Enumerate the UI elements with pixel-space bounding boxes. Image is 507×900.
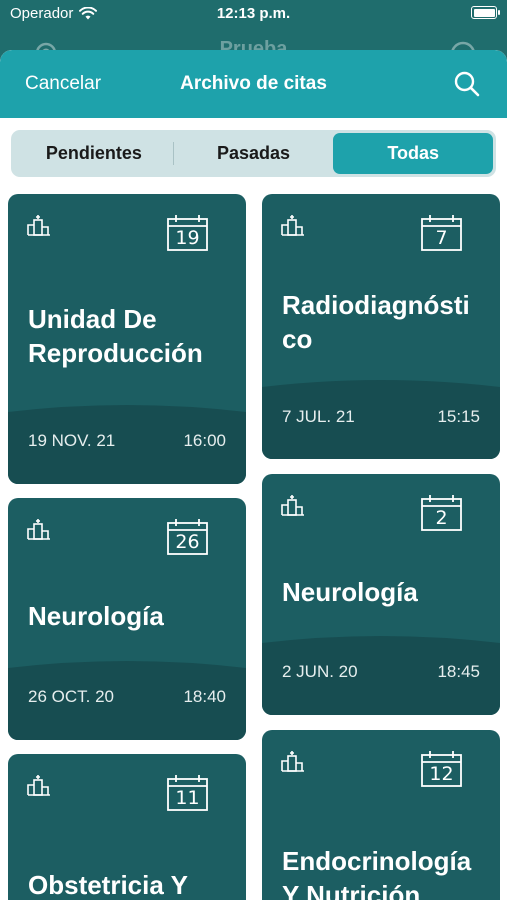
calendar-icon: 7 [421,214,462,251]
status-time: 12:13 p.m. [216,5,291,22]
title-line: Radiodiagnósti [282,290,470,320]
title-line: Y Nutrición [282,880,421,900]
page-title: Archivo de citas [180,73,327,94]
battery-icon [471,6,500,19]
specialty-title: Radiodiagnósti co [282,288,486,356]
calendar-icon: 12 [421,750,462,787]
calendar-day: 7 [435,227,448,249]
segment-todas[interactable]: Todas [333,133,494,174]
title-line: Reproducción [28,338,203,368]
appointment-card[interactable]: 2 Neurología 2 JUN. 20 18:45 [262,474,500,715]
appointment-time: 15:15 [437,407,480,426]
calendar-day: 11 [175,787,200,809]
appointment-card[interactable]: 26 Neurología 26 OCT. 20 18:40 [8,498,246,740]
hospital-icon [281,751,304,772]
appointment-card[interactable]: 19 Unidad De Reproducción 19 NOV. 21 16:… [8,194,246,484]
hospital-icon [27,775,50,796]
hospital-icon [27,519,50,540]
title-line: Neurología [282,577,418,607]
appointment-date: 2 JUN. 20 [282,662,358,681]
title-line: Neurología [28,601,164,631]
specialty-title: Obstetricia Y [28,868,232,900]
specialty-title: Unidad De Reproducción [28,302,232,370]
specialty-title: Endocrinología Y Nutrición [282,844,486,900]
nav-bar: Cancelar Archivo de citas [0,50,507,118]
segment-pendientes[interactable]: Pendientes [14,133,174,174]
appointment-card[interactable]: 7 Radiodiagnósti co 7 JUL. 21 15:15 [262,194,500,459]
calendar-icon: 11 [167,774,208,811]
appointment-date: 7 JUL. 21 [282,407,355,426]
appointment-time: 18:40 [183,687,226,706]
calendar-day: 26 [175,531,200,553]
title-line: Unidad De [28,304,157,334]
calendar-icon: 2 [421,494,462,531]
calendar-icon: 26 [167,518,208,555]
appointment-card[interactable]: 12 Endocrinología Y Nutrición [262,730,500,900]
calendar-day: 12 [429,763,454,785]
calendar-day: 2 [435,507,448,529]
calendar-icon: 19 [167,214,208,251]
appointment-card[interactable]: 11 Obstetricia Y [8,754,246,900]
appointments-archive-sheet: Cancelar Archivo de citas Pendientes Pas… [0,50,507,900]
filter-segmented-control: Pendientes Pasadas Todas [11,130,496,177]
specialty-title: Neurología [28,599,232,633]
hospital-icon [281,215,304,236]
title-line: Obstetricia Y [28,870,188,900]
appointment-time: 16:00 [183,431,226,450]
hospital-icon [27,215,50,236]
appointment-date: 19 NOV. 21 [28,431,116,450]
status-bar: Operador 12:13 p.m. [0,0,507,28]
specialty-title: Neurología [282,575,486,609]
segment-pasadas[interactable]: Pasadas [174,133,334,174]
search-icon[interactable] [454,71,480,97]
hospital-icon [281,495,304,516]
appointment-date: 26 OCT. 20 [28,687,114,706]
title-line: co [282,324,313,354]
title-line: Endocrinología [282,846,472,876]
appointment-time: 18:45 [437,662,480,681]
calendar-day: 19 [175,227,200,249]
